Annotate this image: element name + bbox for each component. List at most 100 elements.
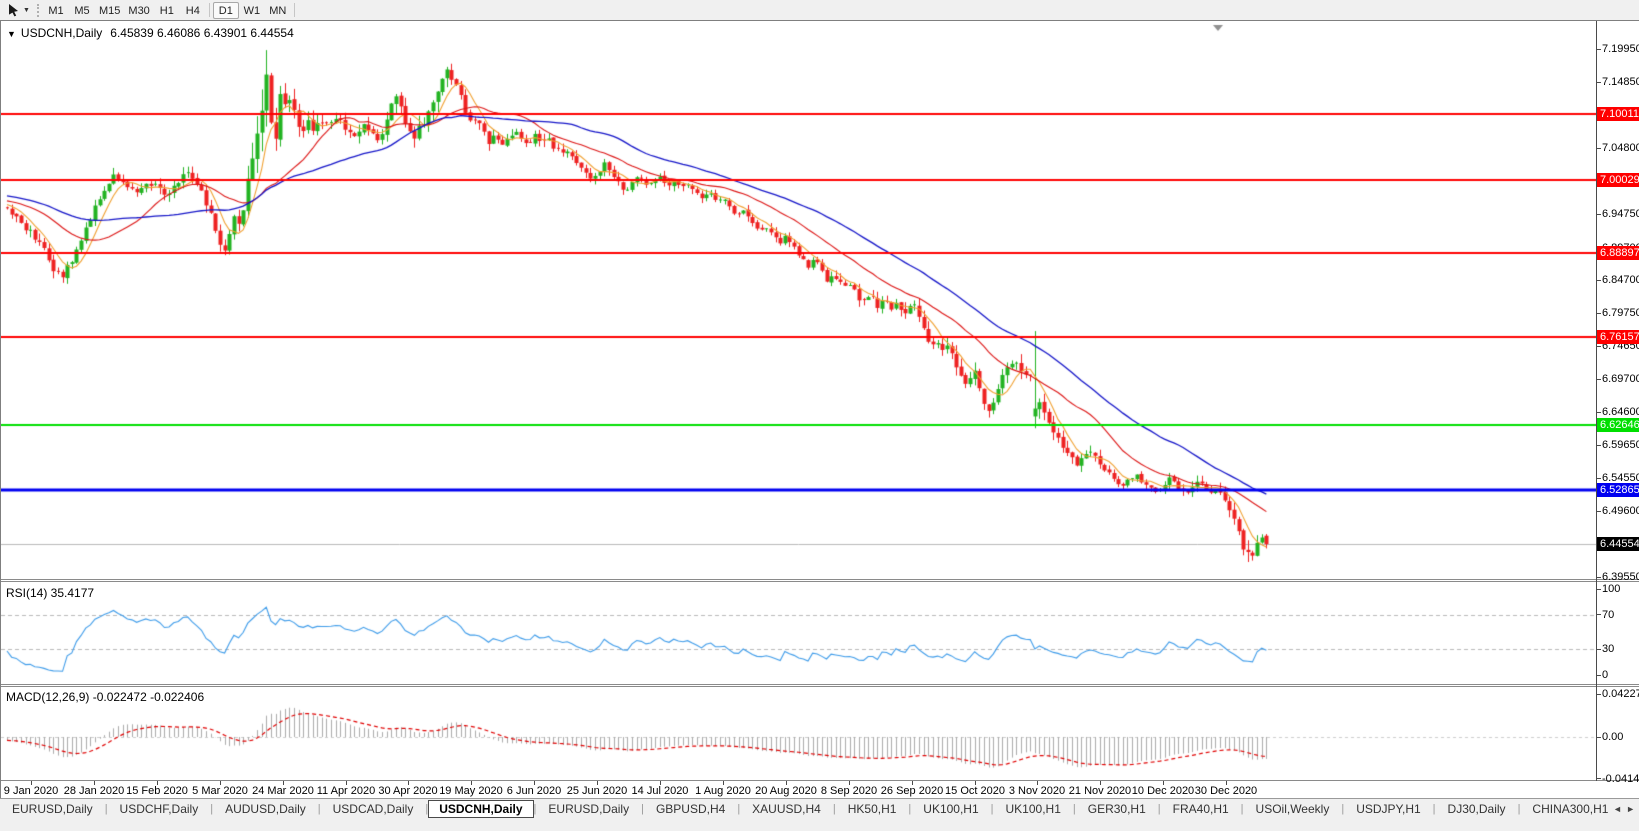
price-tick-label: 6.69700 xyxy=(1602,373,1639,385)
rsi-level-label: 70 xyxy=(1602,608,1615,621)
axis-tick xyxy=(1596,589,1601,590)
axis-tick xyxy=(1596,737,1601,738)
timeframe-button-m1[interactable]: M1 xyxy=(43,2,69,19)
price-tick-label: 7.14850 xyxy=(1602,76,1639,89)
price-tick-label: 7.04800 xyxy=(1602,142,1639,155)
timeframe-buttons: M1 M5 M15 M30 H1 H4 D1 W1 MN xyxy=(43,1,298,19)
chart-ohlc-values: 6.45839 6.46086 6.43901 6.44554 xyxy=(110,26,294,40)
cursor-dropdown-caret-icon[interactable]: ▼ xyxy=(23,7,35,14)
macd-level-label: 0.00 xyxy=(1602,731,1624,743)
hline-price-flag[interactable]: 6.88897 xyxy=(1597,245,1639,260)
axis-tick xyxy=(1596,49,1601,50)
symbol-tab-china300-h1[interactable]: CHINA300,H1 xyxy=(1520,801,1620,817)
axis-tick xyxy=(1596,694,1601,695)
current-price-flag: 6.44554 xyxy=(1597,537,1639,552)
symbol-tab-dj30-daily[interactable]: DJ30,Daily xyxy=(1436,801,1518,817)
timeframe-button-m15[interactable]: M15 xyxy=(95,2,124,19)
axis-tick xyxy=(1596,346,1601,347)
macd-header: MACD(12,26,9) -0.022472 -0.022406 xyxy=(6,690,205,704)
tab-scroll-right-icon[interactable]: ► xyxy=(1626,804,1635,814)
tab-scroll-controls: ◄ ► xyxy=(1609,799,1639,819)
symbol-tab-fra40-h1[interactable]: FRA40,H1 xyxy=(1161,801,1241,817)
price-chart-canvas[interactable] xyxy=(1,21,1596,579)
axis-tick xyxy=(1596,379,1601,380)
chart-title: ▼ USDCNH,Daily 6.45839 6.46086 6.43901 6.4… xyxy=(7,26,294,40)
timeframe-toolbar: ▼ M1 M5 M15 M30 H1 H4 D1 W1 MN xyxy=(0,0,1639,20)
price-tick-label: 6.84700 xyxy=(1602,274,1639,287)
price-tick-label: 6.49600 xyxy=(1602,505,1639,517)
axis-tick xyxy=(1596,412,1601,413)
cursor-arrow-icon xyxy=(8,4,18,17)
rsi-indicator-canvas[interactable] xyxy=(1,582,1596,684)
symbol-tab-hk50-h1[interactable]: HK50,H1 xyxy=(836,801,909,817)
symbol-tab-uk100-h1[interactable]: UK100,H1 xyxy=(994,801,1073,817)
pane-separator[interactable] xyxy=(1,579,1639,582)
bottom-strip xyxy=(0,819,1639,831)
timeframe-button-h1[interactable]: H1 xyxy=(154,2,180,19)
hline-price-flag[interactable]: 6.62646 xyxy=(1597,418,1639,433)
axis-tick xyxy=(1596,577,1601,578)
hline-price-flag[interactable]: 7.10011 xyxy=(1597,107,1639,122)
axis-tick xyxy=(1596,778,1601,779)
rsi-level-label: 30 xyxy=(1602,643,1615,656)
symbol-tab-bar: EURUSD,Daily | USDCHF,Daily | AUDUSD,Daily | U… xyxy=(0,798,1639,819)
timeframe-button-m5[interactable]: M5 xyxy=(69,2,95,19)
cursor-tool-button[interactable] xyxy=(3,2,23,18)
price-tick-label: 6.59650 xyxy=(1602,439,1639,451)
price-tick-label: 6.39550 xyxy=(1602,571,1639,583)
toolbar-grip xyxy=(37,3,39,17)
tab-scroll-left-icon[interactable]: ◄ xyxy=(1613,804,1622,814)
timeframe-button-h4[interactable]: H4 xyxy=(180,2,206,19)
hline-price-flag[interactable]: 6.52865 xyxy=(1597,482,1639,497)
date-label: 30 Dec 2020 xyxy=(1194,785,1258,797)
symbol-tab-usdchf-daily[interactable]: USDCHF,Daily xyxy=(108,801,211,817)
chart-symbol-period: USDCNH,Daily xyxy=(20,26,103,40)
price-tick-label: 6.79750 xyxy=(1602,307,1639,319)
hline-price-flag[interactable]: 7.00029 xyxy=(1597,172,1639,187)
symbol-tab-uk100-h1[interactable]: UK100,H1 xyxy=(911,801,990,817)
rsi-level-label: 100 xyxy=(1602,583,1621,595)
symbol-tab-eurusd-daily[interactable]: EURUSD,Daily xyxy=(536,801,641,817)
axis-tick xyxy=(1596,148,1601,149)
symbol-tab-ger30-h1[interactable]: GER30,H1 xyxy=(1076,801,1158,817)
symbol-tab-usoil-weekly[interactable]: USOil,Weekly xyxy=(1244,801,1342,817)
chart-collapse-icon[interactable]: ▼ xyxy=(7,29,16,39)
price-tick-label: 6.64600 xyxy=(1602,406,1639,419)
axis-tick xyxy=(1596,675,1601,676)
pane-separator[interactable] xyxy=(1,684,1639,687)
axis-tick xyxy=(1596,511,1601,512)
axis-tick xyxy=(1596,313,1601,314)
symbol-tab-xauusd-h4[interactable]: XAUUSD,H4 xyxy=(740,801,833,817)
macd-level-label: -0.04148 xyxy=(1602,772,1639,785)
timeframe-button-m30[interactable]: M30 xyxy=(124,2,153,19)
macd-level-label: 0.042275 xyxy=(1602,688,1639,701)
axis-tick xyxy=(1596,649,1601,650)
price-axis-line xyxy=(1596,21,1597,781)
symbol-tab-usdjpy-h1[interactable]: USDJPY,H1 xyxy=(1344,801,1432,817)
price-tick-label: 7.19950 xyxy=(1602,43,1639,55)
symbol-tab-gbpusd-h4[interactable]: GBPUSD,H4 xyxy=(644,801,737,817)
axis-tick xyxy=(1596,214,1601,215)
timeframe-button-d1[interactable]: D1 xyxy=(212,1,239,19)
axis-tick xyxy=(1596,445,1601,446)
axis-tick xyxy=(1596,82,1601,83)
symbol-tab-eurusd-daily[interactable]: EURUSD,Daily xyxy=(0,801,105,817)
chart-window: ▼ USDCNH,Daily 6.45839 6.46086 6.43901 6.4… xyxy=(0,20,1639,798)
symbol-tab-usdcnh-daily[interactable]: USDCNH,Daily xyxy=(428,800,534,818)
price-tick-label: 6.94750 xyxy=(1602,208,1639,221)
axis-tick xyxy=(1596,614,1601,615)
toolbar-separator xyxy=(208,3,210,17)
rsi-level-label: 0 xyxy=(1602,669,1609,681)
timeframe-button-w1[interactable]: W1 xyxy=(239,2,265,19)
axis-tick xyxy=(1596,280,1601,281)
hline-price-flag[interactable]: 6.76157 xyxy=(1597,329,1639,344)
symbol-tab-usdcad-daily[interactable]: USDCAD,Daily xyxy=(321,801,426,817)
axis-tick xyxy=(1596,478,1601,479)
mt4-screen: ▼ M1 M5 M15 M30 H1 H4 D1 W1 MN ▼ USDCNH,Daily 6.45… xyxy=(0,0,1639,831)
macd-indicator-canvas[interactable] xyxy=(1,687,1596,780)
toolbar-separator xyxy=(293,3,295,17)
timeframe-button-mn[interactable]: MN xyxy=(265,2,291,19)
pane-border xyxy=(1,780,1639,781)
symbol-tab-audusd-daily[interactable]: AUDUSD,Daily xyxy=(213,801,318,817)
rsi-header: RSI(14) 35.4177 xyxy=(6,586,95,600)
